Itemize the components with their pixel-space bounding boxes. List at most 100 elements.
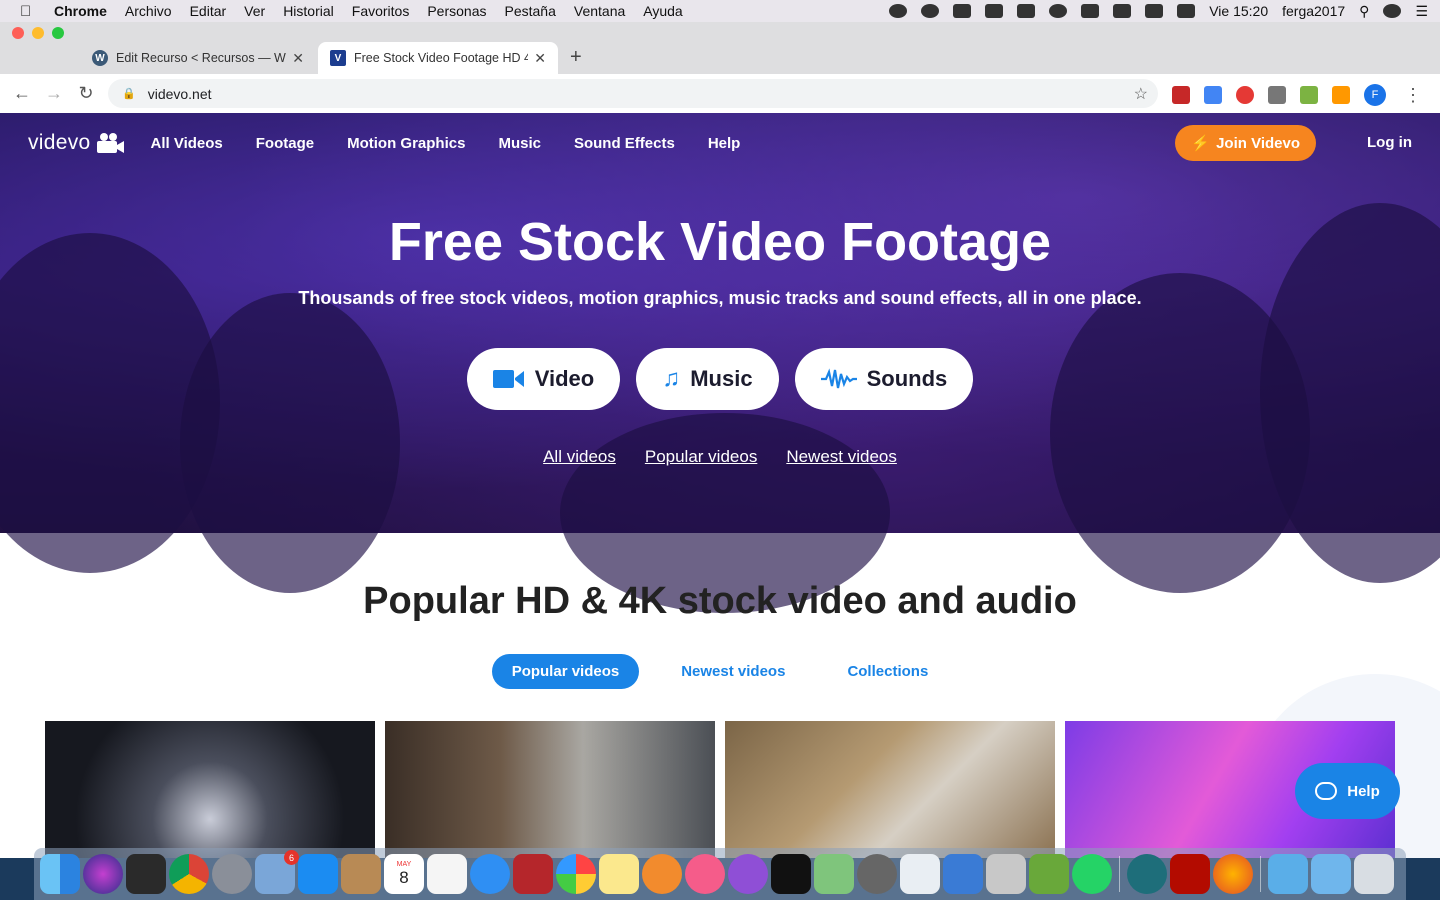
video-thumbnail[interactable] bbox=[385, 721, 715, 858]
tab-wordpress[interactable]: W Edit Recurso < Recursos — Wo ✕ bbox=[80, 42, 316, 74]
menu-archivo[interactable]: Archivo bbox=[125, 3, 172, 19]
mail-icon[interactable]: 6 bbox=[255, 850, 299, 894]
extension-circle-icon[interactable] bbox=[1236, 86, 1254, 104]
maps-icon[interactable] bbox=[814, 854, 854, 894]
menu-historial[interactable]: Historial bbox=[283, 3, 334, 19]
extension-blue-icon[interactable] bbox=[1204, 86, 1222, 104]
time-machine-icon[interactable] bbox=[1049, 4, 1068, 18]
lock-icon[interactable]: 🔒 bbox=[122, 87, 136, 100]
forward-icon[interactable]: → bbox=[38, 83, 70, 104]
close-tab-icon[interactable]: ✕ bbox=[534, 50, 546, 67]
messages-icon[interactable] bbox=[470, 854, 510, 894]
address-bar[interactable]: 🔒 videvo.net ☆ bbox=[108, 79, 1158, 108]
photo-booth-icon[interactable] bbox=[513, 854, 553, 894]
nav-music[interactable]: Music bbox=[498, 135, 541, 152]
menu-favoritos[interactable]: Favoritos bbox=[352, 3, 410, 19]
reminders-icon[interactable] bbox=[427, 854, 467, 894]
zoom-window-icon[interactable] bbox=[52, 27, 64, 39]
notes-icon[interactable] bbox=[599, 854, 639, 894]
vpn-icon[interactable] bbox=[921, 4, 940, 18]
popular-videos-link[interactable]: Popular videos bbox=[645, 447, 757, 467]
notification-center-icon[interactable]: ☰ bbox=[1415, 3, 1428, 20]
tab-popular-videos[interactable]: Popular videos bbox=[491, 654, 640, 689]
photos-icon[interactable] bbox=[556, 854, 596, 894]
video-thumbnail[interactable] bbox=[725, 721, 1055, 858]
books-icon[interactable] bbox=[642, 854, 682, 894]
back-icon[interactable]: ← bbox=[6, 83, 38, 104]
calendar-icon[interactable]: MAY 8 bbox=[384, 854, 424, 894]
bluetooth-icon[interactable] bbox=[1081, 4, 1100, 18]
folder-icon[interactable] bbox=[1311, 854, 1351, 894]
calculator-icon[interactable] bbox=[986, 854, 1026, 894]
wifi-icon[interactable] bbox=[1113, 4, 1132, 18]
contacts-icon[interactable] bbox=[341, 854, 381, 894]
new-tab-icon[interactable]: + bbox=[570, 46, 582, 69]
script-editor-icon[interactable] bbox=[1029, 854, 1069, 894]
nav-motion-graphics[interactable]: Motion Graphics bbox=[347, 135, 465, 152]
menu-ayuda[interactable]: Ayuda bbox=[643, 3, 682, 19]
user-name[interactable]: ferga2017 bbox=[1282, 3, 1345, 19]
reload-icon[interactable]: ↻ bbox=[70, 83, 102, 104]
folder-icon[interactable] bbox=[1268, 854, 1308, 894]
close-window-icon[interactable] bbox=[12, 27, 24, 39]
spotlight-icon[interactable]: ⚲ bbox=[1359, 3, 1369, 20]
help-chat-button[interactable]: Help bbox=[1295, 763, 1400, 819]
menu-app-name[interactable]: Chrome bbox=[54, 3, 107, 19]
music-button[interactable]: ♫ Music bbox=[636, 348, 779, 410]
tab-collections[interactable]: Collections bbox=[827, 654, 948, 689]
chrome-icon[interactable] bbox=[169, 854, 209, 894]
menu-pestana[interactable]: Pestaña bbox=[505, 3, 556, 19]
close-tab-icon[interactable]: ✕ bbox=[292, 50, 304, 67]
clock[interactable]: Vie 15:20 bbox=[1209, 3, 1268, 19]
airplay-icon[interactable] bbox=[1145, 4, 1164, 18]
apple-icon[interactable]:  bbox=[20, 3, 40, 20]
system-preferences-icon[interactable] bbox=[857, 854, 897, 894]
profile-avatar[interactable]: F bbox=[1364, 84, 1386, 106]
sync-icon[interactable] bbox=[889, 4, 908, 18]
siri-icon[interactable] bbox=[1383, 4, 1402, 18]
acrobat-icon[interactable] bbox=[1170, 854, 1210, 894]
join-videvo-button[interactable]: ⚡ Join Videvo bbox=[1175, 125, 1316, 161]
bookmark-star-icon[interactable]: ☆ bbox=[1134, 84, 1148, 104]
extension-off-icon[interactable] bbox=[1332, 86, 1350, 104]
url-text[interactable]: videvo.net bbox=[148, 86, 212, 102]
activity-monitor-icon[interactable] bbox=[126, 854, 166, 894]
more-menu-icon[interactable]: ⋮ bbox=[1404, 85, 1422, 106]
cloud-icon[interactable] bbox=[985, 4, 1004, 18]
newest-videos-link[interactable]: Newest videos bbox=[786, 447, 897, 467]
menu-ventana[interactable]: Ventana bbox=[574, 3, 625, 19]
video-thumbnail[interactable] bbox=[45, 721, 375, 858]
all-videos-link[interactable]: All videos bbox=[543, 447, 616, 467]
videvo-logo[interactable]: videvo bbox=[28, 131, 125, 155]
menu-editar[interactable]: Editar bbox=[190, 3, 227, 19]
menu-personas[interactable]: Personas bbox=[427, 3, 486, 19]
plus-icon[interactable] bbox=[1017, 4, 1036, 18]
extension-book-icon[interactable] bbox=[1268, 86, 1286, 104]
nav-footage[interactable]: Footage bbox=[256, 135, 314, 152]
firefox-icon[interactable] bbox=[1213, 854, 1253, 894]
clapper-icon[interactable] bbox=[953, 4, 972, 18]
numbers-icon[interactable] bbox=[943, 854, 983, 894]
menu-ver[interactable]: Ver bbox=[244, 3, 265, 19]
apple-tv-icon[interactable] bbox=[771, 854, 811, 894]
siri-icon[interactable] bbox=[83, 854, 123, 894]
itunes-icon[interactable] bbox=[685, 854, 725, 894]
nav-help[interactable]: Help bbox=[708, 135, 741, 152]
finder-icon[interactable] bbox=[40, 854, 80, 894]
preview-icon[interactable] bbox=[900, 854, 940, 894]
app-circle-icon[interactable] bbox=[1127, 854, 1167, 894]
video-button[interactable]: Video bbox=[466, 348, 621, 410]
volume-icon[interactable] bbox=[1177, 4, 1196, 18]
extension-green-icon[interactable] bbox=[1300, 86, 1318, 104]
trash-icon[interactable] bbox=[1354, 854, 1394, 894]
minimize-window-icon[interactable] bbox=[32, 27, 44, 39]
sounds-button[interactable]: Sounds bbox=[794, 348, 974, 410]
app-store-icon[interactable] bbox=[298, 854, 338, 894]
tab-videvo[interactable]: V Free Stock Video Footage HD 4 ✕ bbox=[318, 42, 558, 74]
podcasts-icon[interactable] bbox=[728, 854, 768, 894]
launchpad-icon[interactable] bbox=[212, 854, 252, 894]
extension-red-icon[interactable] bbox=[1172, 86, 1190, 104]
login-link[interactable]: Log in bbox=[1367, 134, 1412, 151]
nav-all-videos[interactable]: All Videos bbox=[151, 135, 223, 152]
tab-newest-videos[interactable]: Newest videos bbox=[661, 654, 805, 689]
